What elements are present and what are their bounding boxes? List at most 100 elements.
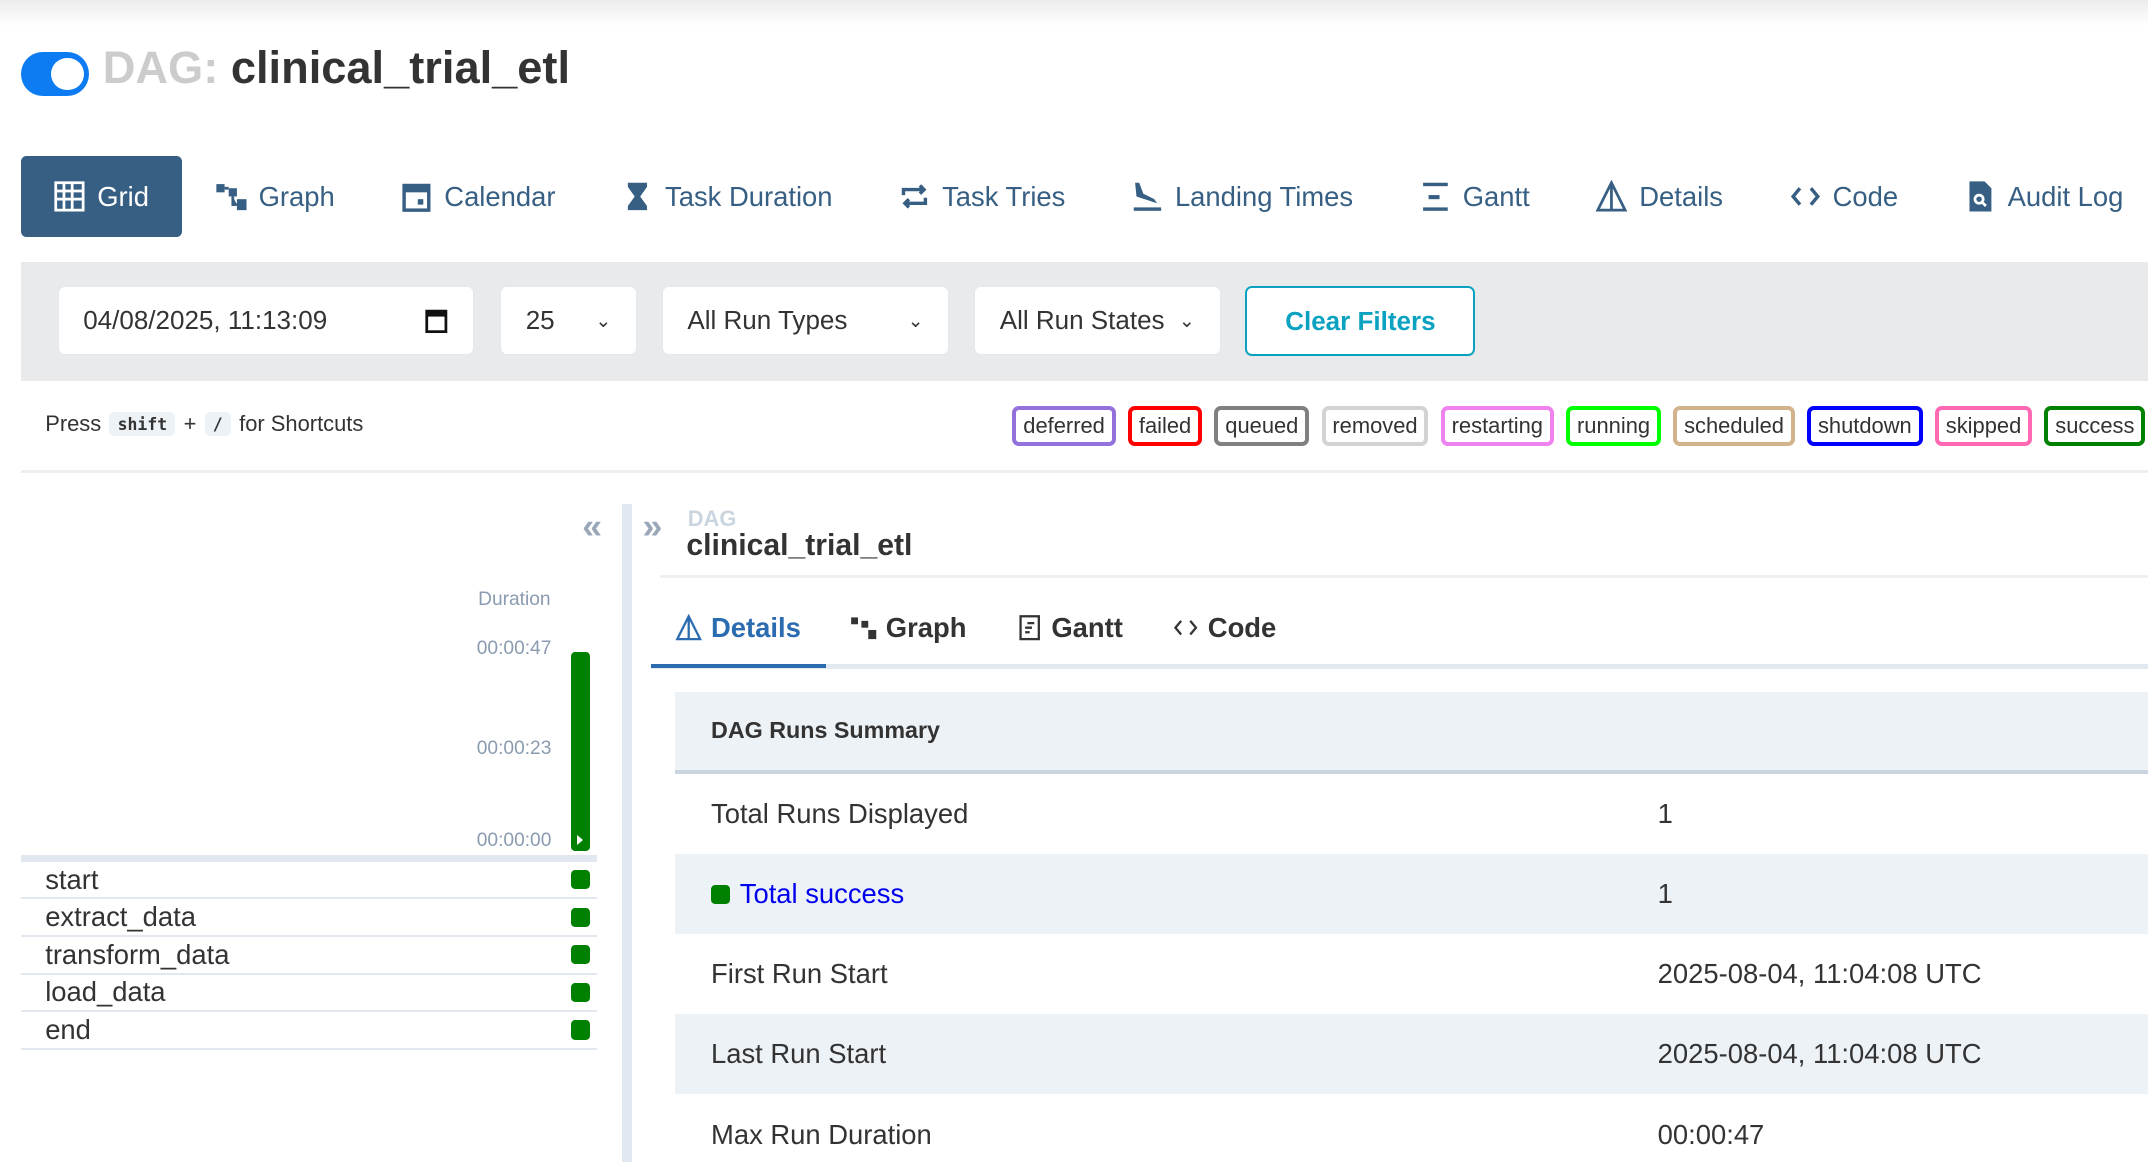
- legend-scheduled[interactable]: scheduled: [1673, 405, 1795, 447]
- tab-landing-times[interactable]: Landing Times: [1098, 156, 1386, 237]
- legend-restarting[interactable]: restarting: [1440, 405, 1554, 447]
- date-value: 04/08/2025, 11:13:09: [83, 305, 328, 336]
- run-type-select[interactable]: All Run Types ⌄: [661, 286, 950, 355]
- tab-label: Audit Log: [2007, 180, 2124, 212]
- table-row: Last Run Start 2025-08-04, 11:04:08 UTC: [675, 1014, 2148, 1095]
- subtab-label: Gantt: [1051, 612, 1123, 644]
- legend-skipped[interactable]: skipped: [1934, 405, 2033, 447]
- title-prefix: DAG:: [102, 42, 219, 94]
- task-row[interactable]: end: [20, 1012, 598, 1050]
- subtab-label: Graph: [885, 612, 967, 644]
- shortcut-plus: +: [183, 411, 197, 436]
- task-row[interactable]: load_data: [20, 975, 598, 1013]
- subtab-graph[interactable]: Graph: [826, 592, 992, 665]
- tab-code[interactable]: Code: [1756, 156, 1931, 237]
- chevron-down-icon: ⌄: [907, 310, 924, 332]
- legend-success[interactable]: success: [2044, 405, 2146, 447]
- total-success-link[interactable]: Total success: [740, 878, 904, 910]
- table-row: Max Run Duration 00:00:47: [675, 1094, 2148, 1161]
- tab-calendar[interactable]: Calendar: [368, 156, 589, 237]
- plane-landing-icon: [1133, 182, 1162, 211]
- subtab-details[interactable]: Details: [650, 592, 826, 669]
- legend-queued[interactable]: queued: [1214, 405, 1310, 447]
- chevron-down-icon: ⌄: [595, 310, 612, 332]
- tab-label: Gantt: [1462, 180, 1530, 212]
- legend-shutdown[interactable]: shutdown: [1807, 405, 1923, 447]
- details-tabs: Details Graph Gantt Code: [650, 592, 1301, 669]
- num-runs-value: 25: [525, 305, 555, 336]
- retry-icon: [902, 184, 928, 209]
- tab-label: Graph: [258, 180, 335, 212]
- task-name: extract_data: [45, 901, 196, 933]
- gantt-icon: [1422, 182, 1448, 211]
- task-instance-success[interactable]: [571, 945, 591, 965]
- duration-tick: 00:00:23: [476, 738, 552, 760]
- file-search-icon: [1969, 181, 1992, 212]
- collapse-grid-icon[interactable]: «: [582, 506, 602, 547]
- graph-icon: [851, 617, 877, 640]
- subtab-label: Code: [1207, 612, 1277, 644]
- details-triangle-icon: [675, 614, 703, 641]
- row-key: Last Run Start: [711, 1038, 887, 1070]
- tab-grid[interactable]: Grid: [20, 156, 182, 237]
- duration-tick: 00:00:47: [476, 638, 552, 660]
- subtab-code[interactable]: Code: [1148, 592, 1301, 665]
- toggle-knob: [50, 57, 84, 91]
- legend-deferred[interactable]: deferred: [1012, 405, 1116, 447]
- base-date-input[interactable]: 04/08/2025, 11:13:09: [57, 286, 474, 355]
- task-row[interactable]: transform_data: [20, 937, 598, 975]
- tab-task-tries[interactable]: Task Tries: [865, 156, 1098, 237]
- row-key: Max Run Duration: [711, 1118, 932, 1150]
- duration-tick: 00:00:00: [476, 830, 552, 852]
- filter-bar: 04/08/2025, 11:13:09 25 ⌄ All Run Types ⌄ …: [20, 261, 2148, 381]
- grid-icon: [54, 181, 85, 212]
- calendar-picker-icon[interactable]: [424, 307, 449, 334]
- play-icon: [576, 835, 584, 846]
- dag-run-bar[interactable]: [571, 652, 591, 851]
- task-name: start: [45, 863, 99, 895]
- task-instance-success[interactable]: [571, 982, 591, 1002]
- task-row[interactable]: start: [20, 862, 598, 900]
- tab-label: Details: [1639, 180, 1723, 212]
- run-state-select[interactable]: All Run States ⌄: [974, 286, 1221, 355]
- tab-label: Landing Times: [1174, 180, 1354, 212]
- row-key: Total Runs Displayed: [711, 797, 969, 829]
- success-square-icon: [711, 884, 731, 904]
- task-instance-success[interactable]: [571, 907, 591, 927]
- expand-details-icon[interactable]: »: [643, 506, 663, 547]
- grid-separator: [20, 854, 598, 862]
- hourglass-icon: [628, 182, 648, 211]
- gantt-doc-icon: [1019, 615, 1040, 641]
- state-legend: deferred failed queued removed restarting run…: [1012, 405, 2146, 447]
- subtab-gantt[interactable]: Gantt: [991, 592, 1147, 665]
- tab-details[interactable]: Details: [1563, 156, 1756, 237]
- row-value: 00:00:47: [1657, 1118, 1765, 1150]
- graph-icon: [216, 184, 247, 211]
- shortcut-press: Press: [45, 411, 102, 436]
- view-nav: Grid Graph Calendar Task Duration Task T…: [20, 156, 2148, 237]
- run-state-value: All Run States: [999, 305, 1165, 336]
- key-slash: /: [204, 411, 231, 437]
- tab-gantt[interactable]: Gantt: [1386, 156, 1563, 237]
- legend-failed[interactable]: failed: [1128, 405, 1203, 447]
- legend-removed[interactable]: removed: [1321, 405, 1429, 447]
- panel-resize-handle[interactable]: [621, 504, 632, 1162]
- tab-task-duration[interactable]: Task Duration: [588, 156, 865, 237]
- tab-audit-log[interactable]: Audit Log: [1931, 156, 2148, 237]
- code-icon: [1790, 187, 1820, 206]
- num-runs-select[interactable]: 25 ⌄: [500, 286, 638, 355]
- task-name: transform_data: [45, 938, 230, 970]
- clear-filters-button[interactable]: Clear Filters: [1245, 286, 1476, 357]
- task-instance-success[interactable]: [571, 1020, 591, 1040]
- tab-label: Task Duration: [665, 180, 833, 212]
- row-value: 2025-08-04, 11:04:08 UTC: [1657, 958, 1982, 990]
- legend-running[interactable]: running: [1566, 405, 1661, 447]
- calendar-icon: [402, 183, 431, 212]
- tab-graph[interactable]: Graph: [182, 156, 368, 237]
- dag-pause-toggle[interactable]: [20, 52, 90, 96]
- details-dag-label: DAG: [687, 505, 737, 531]
- task-row[interactable]: extract_data: [20, 899, 598, 937]
- summary-title: DAG Runs Summary: [675, 691, 2148, 774]
- task-instance-success[interactable]: [571, 869, 591, 890]
- chevron-down-icon: ⌄: [1178, 310, 1195, 332]
